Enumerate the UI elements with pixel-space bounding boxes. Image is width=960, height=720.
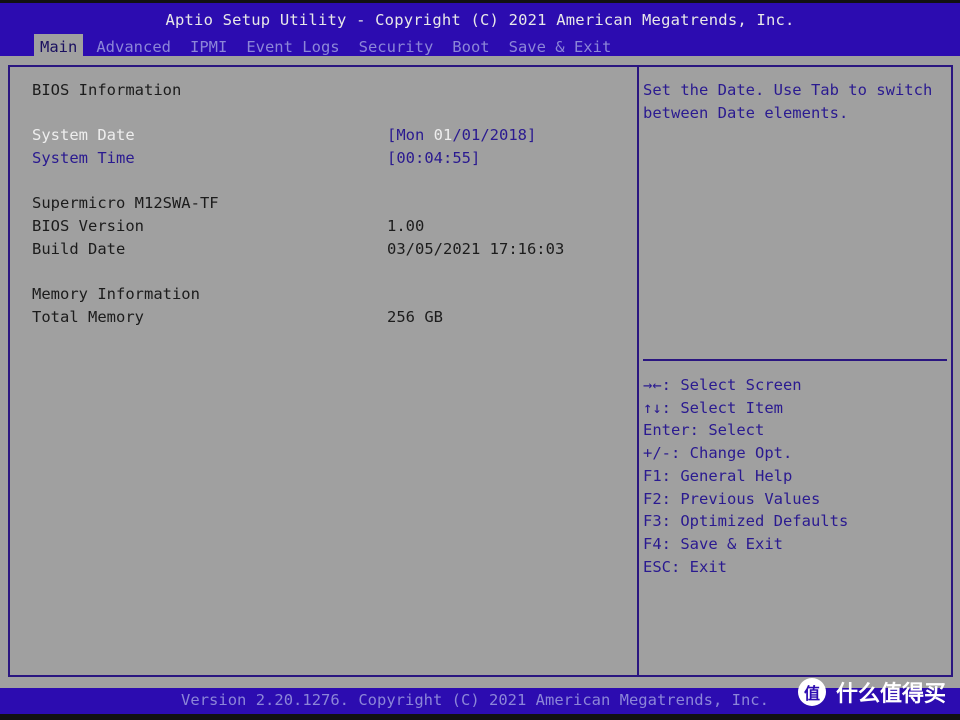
total-memory-value: 256 GB bbox=[387, 308, 443, 326]
help-divider bbox=[643, 359, 947, 361]
watermark-logo-icon: 值 bbox=[797, 678, 826, 706]
key-select-screen: →←: Select Screen bbox=[643, 376, 802, 394]
bios-version-label: BIOS Version bbox=[32, 217, 144, 235]
bios-version-value: 1.00 bbox=[387, 217, 425, 235]
tab-event-logs[interactable]: Event Logs bbox=[240, 34, 345, 58]
bios-info-heading: BIOS Information bbox=[32, 81, 182, 99]
system-date-label[interactable]: System Date bbox=[32, 126, 135, 144]
board-name: Supermicro M12SWA-TF bbox=[32, 194, 219, 212]
key-save-exit: F4: Save & Exit bbox=[643, 534, 783, 553]
memory-info-heading: Memory Information bbox=[32, 285, 200, 303]
footer-bar: Version 2.20.1276. Copyright (C) 2021 Am… bbox=[0, 678, 960, 720]
build-date-value: 03/05/2021 17:16:03 bbox=[387, 240, 565, 258]
key-legend: →←: Select Screen ↑↓: Select Item Enter:… bbox=[643, 374, 848, 578]
system-date-suffix: /01/2018] bbox=[452, 126, 537, 144]
key-select-item: ↑↓: Select Item bbox=[643, 398, 783, 417]
tab-bar: Main Advanced IPMI Event Logs Security B… bbox=[34, 34, 624, 58]
key-esc-exit: ESC: Exit bbox=[643, 557, 727, 576]
system-date-month[interactable]: 01 bbox=[434, 126, 453, 144]
tab-boot[interactable]: Boot bbox=[446, 34, 495, 58]
system-time-label[interactable]: System Time bbox=[32, 149, 135, 167]
help-text: Set the Date. Use Tab to switch between … bbox=[643, 81, 933, 122]
system-time-field[interactable]: [00:04:55] bbox=[387, 149, 480, 167]
watermark-text: 什么值得买 bbox=[835, 682, 946, 707]
system-date-field[interactable]: [Mon 01/01/2018] bbox=[387, 126, 536, 144]
system-date-prefix: [Mon bbox=[387, 126, 434, 144]
tab-ipmi[interactable]: IPMI bbox=[184, 34, 233, 58]
help-panel: Set the Date. Use Tab to switch between … bbox=[637, 65, 953, 677]
key-previous-values: F2: Previous Values bbox=[643, 489, 821, 508]
key-general-help: F1: General Help bbox=[643, 466, 793, 485]
key-optimized-defaults: F3: Optimized Defaults bbox=[643, 512, 849, 531]
build-date-label: Build Date bbox=[32, 240, 126, 258]
tab-advanced[interactable]: Advanced bbox=[90, 34, 177, 58]
app-title: Aptio Setup Utility - Copyright (C) 2021… bbox=[165, 11, 795, 29]
watermark: 值 什么值得买 bbox=[797, 676, 946, 708]
tab-security[interactable]: Security bbox=[353, 34, 440, 58]
main-panel: BIOS Information System Date [Mon 01/01/… bbox=[8, 65, 639, 677]
key-enter-select: Enter: Select bbox=[643, 421, 765, 440]
tab-main[interactable]: Main bbox=[34, 34, 84, 58]
tab-save-exit[interactable]: Save & Exit bbox=[503, 34, 618, 58]
total-memory-label: Total Memory bbox=[32, 308, 144, 326]
header-bar: Aptio Setup Utility - Copyright (C) 2021… bbox=[0, 0, 960, 58]
key-change-opt: +/-: Change Opt. bbox=[643, 444, 793, 463]
